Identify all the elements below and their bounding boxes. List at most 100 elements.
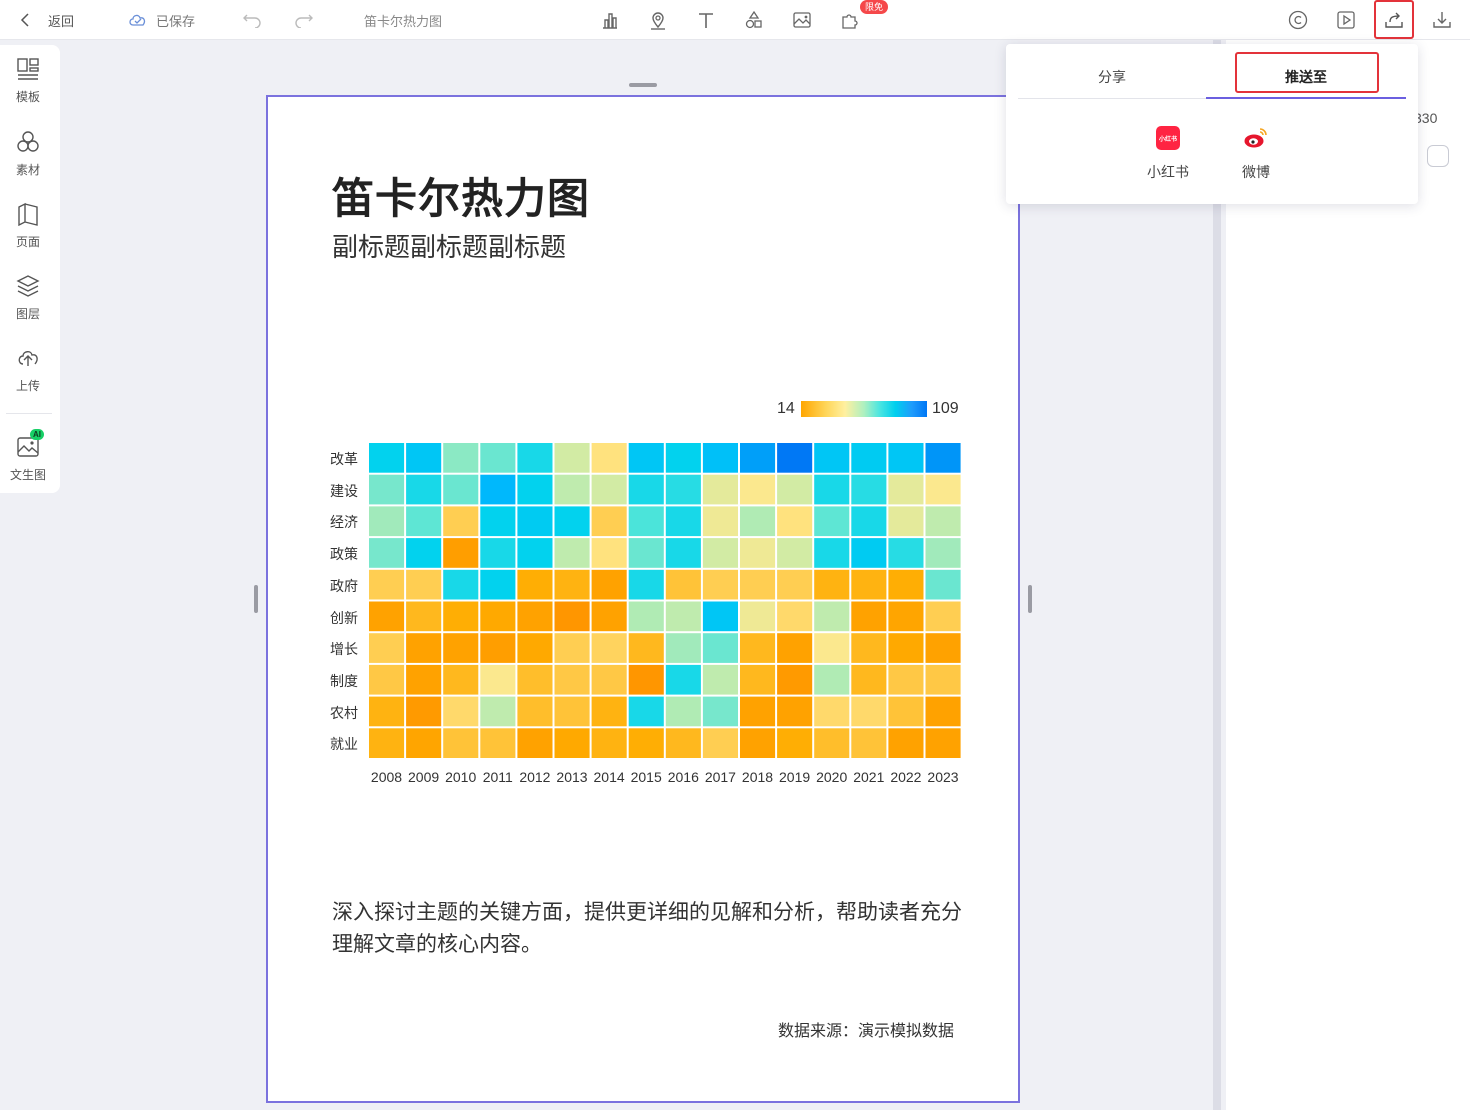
heatmap-cell	[925, 633, 961, 663]
chart-tool-button[interactable]	[600, 0, 620, 40]
heatmap-cell	[443, 569, 479, 600]
shapes-tool-button[interactable]	[744, 0, 764, 40]
platform-xiaohongshu[interactable]: 小红书 小红书	[1138, 126, 1198, 182]
sidebar-item-page[interactable]: 页面	[0, 202, 56, 250]
push-button-highlight	[1374, 0, 1414, 39]
canvas-page[interactable]: 笛卡尔热力图 副标题副标题副标题 14 109 改革 建设 经济 政策 政府 创新 增长 制度…	[266, 95, 1020, 1103]
heatmap-cell	[851, 474, 887, 505]
download-icon	[1433, 12, 1451, 28]
push-popover: 分享 推送至 小红书 小红书 微博	[1006, 44, 1418, 204]
heatmap-cell	[406, 728, 442, 758]
sidebar-item-label: 页面	[15, 235, 40, 249]
copyright-button[interactable]	[1288, 0, 1308, 40]
heatmap-cell	[628, 569, 664, 600]
heatmap-cell	[702, 633, 738, 663]
heatmap-cell	[591, 633, 627, 663]
heatmap-cell	[702, 569, 738, 600]
sidebar-item-upload[interactable]: 上传	[0, 346, 56, 394]
sidebar-divider	[6, 413, 52, 414]
heatmap-col-label: 2020	[816, 769, 848, 785]
heatmap-cell	[591, 664, 627, 695]
chevron-left-icon	[20, 13, 29, 27]
heatmap-cell	[628, 633, 664, 663]
heatmap-cell	[851, 538, 887, 568]
heatmap-cell	[443, 696, 479, 727]
heatmap-cell	[814, 728, 850, 758]
heatmap-cell	[369, 474, 405, 505]
heatmap-col-label: 2012	[519, 769, 551, 785]
heatmap-cell	[814, 633, 850, 663]
heatmap-cell	[517, 601, 553, 632]
plugin-tool-button[interactable]	[840, 0, 860, 40]
heatmap-cell	[443, 601, 479, 632]
page-right-resize-handle[interactable]	[1028, 585, 1032, 613]
heatmap-cell	[740, 728, 776, 758]
top-toolbar: 返回 已保存 笛卡尔热力图 限免	[0, 0, 1470, 40]
heatmap-cell	[814, 538, 850, 568]
heatmap-cell	[777, 443, 813, 473]
heatmap-cell	[369, 696, 405, 727]
tab-share[interactable]: 分享	[1018, 56, 1206, 98]
text-tool-button[interactable]	[696, 0, 716, 40]
undo-button[interactable]	[242, 0, 262, 40]
heatmap-cell	[925, 538, 961, 568]
heatmap-cell	[814, 696, 850, 727]
heatmap-cell	[369, 601, 405, 632]
heatmap-cell	[443, 506, 479, 537]
page-top-resize-handle[interactable]	[629, 83, 657, 87]
heatmap-cell	[591, 443, 627, 473]
heatmap-row-label: 政策	[330, 546, 358, 563]
heatmap-cell	[480, 474, 516, 505]
heatmap-cell	[888, 443, 924, 473]
download-button[interactable]	[1432, 0, 1452, 40]
heatmap-cell	[369, 569, 405, 600]
heatmap-cell	[369, 538, 405, 568]
document-title[interactable]: 笛卡尔热力图	[364, 0, 442, 40]
redo-button[interactable]	[294, 0, 314, 40]
sidebar-item-layers[interactable]: 图层	[0, 274, 56, 322]
heatmap-cell	[777, 474, 813, 505]
heatmap-cell	[665, 474, 701, 505]
preview-button[interactable]	[1336, 0, 1356, 40]
platform-weibo[interactable]: 微博	[1226, 126, 1286, 182]
sidebar-item-template[interactable]: 模板	[0, 57, 56, 105]
heatmap-cell	[628, 664, 664, 695]
heatmap-row-label: 制度	[330, 672, 358, 689]
heatmap-cell	[628, 474, 664, 505]
undo-icon	[243, 14, 261, 28]
heatmap-row-label: 就业	[330, 736, 358, 753]
page-left-resize-handle[interactable]	[254, 585, 258, 613]
map-tool-button[interactable]	[648, 0, 668, 40]
property-checkbox[interactable]	[1427, 145, 1449, 167]
heatmap-cell	[814, 506, 850, 537]
sidebar-item-material[interactable]: 素材	[0, 130, 56, 178]
heatmap-cell	[851, 601, 887, 632]
sidebar-item-text-to-image[interactable]: AI 文生图	[0, 429, 56, 483]
heatmap-cell	[517, 664, 553, 695]
heatmap-cell	[554, 728, 590, 758]
heatmap-cell	[740, 506, 776, 537]
heatmap-cell	[628, 601, 664, 632]
heatmap-cell	[628, 538, 664, 568]
heatmap-cell	[925, 569, 961, 600]
heatmap-cell	[443, 664, 479, 695]
heatmap-cell	[517, 474, 553, 505]
heatmap-cell	[702, 601, 738, 632]
heatmap-cell	[517, 696, 553, 727]
heatmap-cell	[740, 696, 776, 727]
heatmap-cell	[443, 474, 479, 505]
image-tool-button[interactable]	[792, 0, 812, 40]
heatmap-cell	[702, 696, 738, 727]
heatmap-cell	[554, 538, 590, 568]
page-description[interactable]: 深入探讨主题的关键方面，提供更详细的见解和分析，帮助读者充分理解文章的核心内容。	[332, 897, 972, 961]
heatmap-cell	[591, 538, 627, 568]
platform-label: 微博	[1242, 164, 1270, 180]
upload-icon	[18, 351, 38, 366]
data-source[interactable]: 数据来源：演示模拟数据	[778, 1017, 954, 1041]
heatmap-cell	[777, 664, 813, 695]
cloud-saved-icon	[129, 14, 146, 26]
heatmap-col-label: 2015	[630, 769, 662, 785]
back-button[interactable]: 返回	[18, 0, 74, 40]
heatmap-cell	[851, 696, 887, 727]
heatmap-cell	[702, 506, 738, 537]
